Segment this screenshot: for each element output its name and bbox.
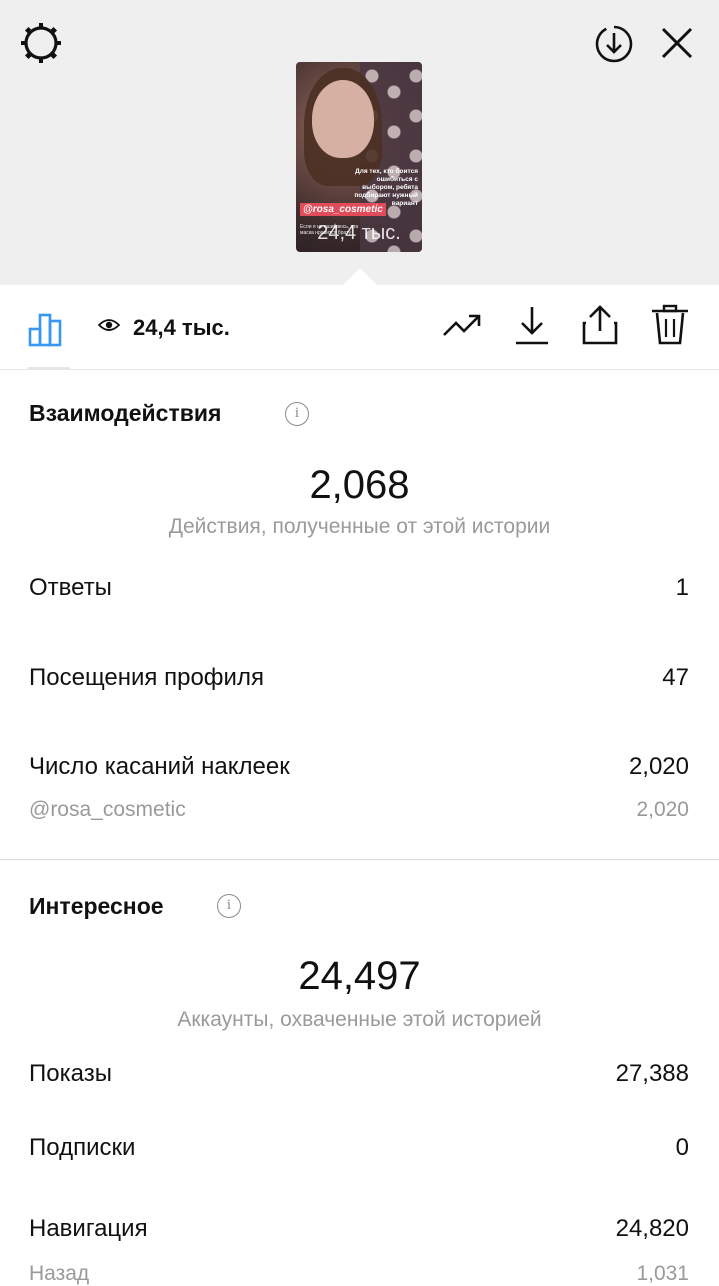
thumbnail-pointer [343,268,377,285]
sticker-taps-value: 2,020 [628,753,689,780]
eye-icon [98,319,120,331]
views-count: 24,4 тыс. [133,315,230,340]
discovery-subtitle: Аккаунты, охваченные этой историей [177,1008,542,1031]
back-label: Назад [29,1262,90,1285]
settings-button[interactable] [18,20,64,66]
impressions-value: 27,388 [615,1060,689,1087]
discovery-total: 24,497 [298,954,421,998]
trash-icon[interactable] [648,303,692,347]
profile-visits-value: 47 [662,664,689,691]
story-toolbar: 24,4 тыс. [0,285,719,370]
trending-up-icon[interactable] [440,303,484,347]
close-button[interactable] [654,20,700,66]
insights-tab-indicator [28,367,70,369]
navigation-value: 24,820 [615,1215,689,1242]
discovery-info-icon[interactable]: i [217,894,241,918]
story-thumbnail[interactable]: Для тех, кто боится ошибиться с выбором,… [296,62,422,252]
navigation-label: Навигация [29,1215,148,1242]
save-story-button[interactable] [590,20,638,68]
mention-sticker: @rosa_cosmetic [300,203,386,216]
back-value: 1,031 [636,1262,689,1285]
impressions-label: Показы [29,1060,112,1087]
download-circle-icon [595,25,633,63]
share-icon[interactable] [578,303,622,347]
profile-visits-label: Посещения профиля [29,664,264,691]
replies-value: 1 [675,574,689,601]
engagement-info-icon[interactable]: i [285,402,309,426]
section-divider [0,859,719,860]
sticker-taps-label: Число касаний наклеек [29,753,290,780]
sticker-mention-label[interactable]: @rosa_cosmetic [29,798,186,822]
story-views-overlay: 24,4 тыс. [317,222,401,244]
story-photo-face [312,80,374,158]
replies-label: Ответы [29,574,112,601]
engagement-subtitle: Действия, полученные от этой истории [168,515,551,538]
engagement-total: 2,068 [309,463,410,507]
download-icon[interactable] [510,303,554,347]
sticker-mention-value: 2,020 [636,798,689,821]
gear-icon [21,23,61,63]
close-icon [661,27,693,59]
story-preview-area: Для тех, кто боится ошибиться с выбором,… [0,0,719,285]
follows-label: Подписки [29,1134,136,1161]
engagement-section-title: Взаимодействия [29,400,222,426]
story-caption: Для тех, кто боится ошибиться с выбором,… [354,168,418,207]
follows-value: 0 [675,1134,689,1161]
discovery-section-title: Интересное [29,893,164,919]
bar-chart-icon[interactable] [26,305,70,349]
